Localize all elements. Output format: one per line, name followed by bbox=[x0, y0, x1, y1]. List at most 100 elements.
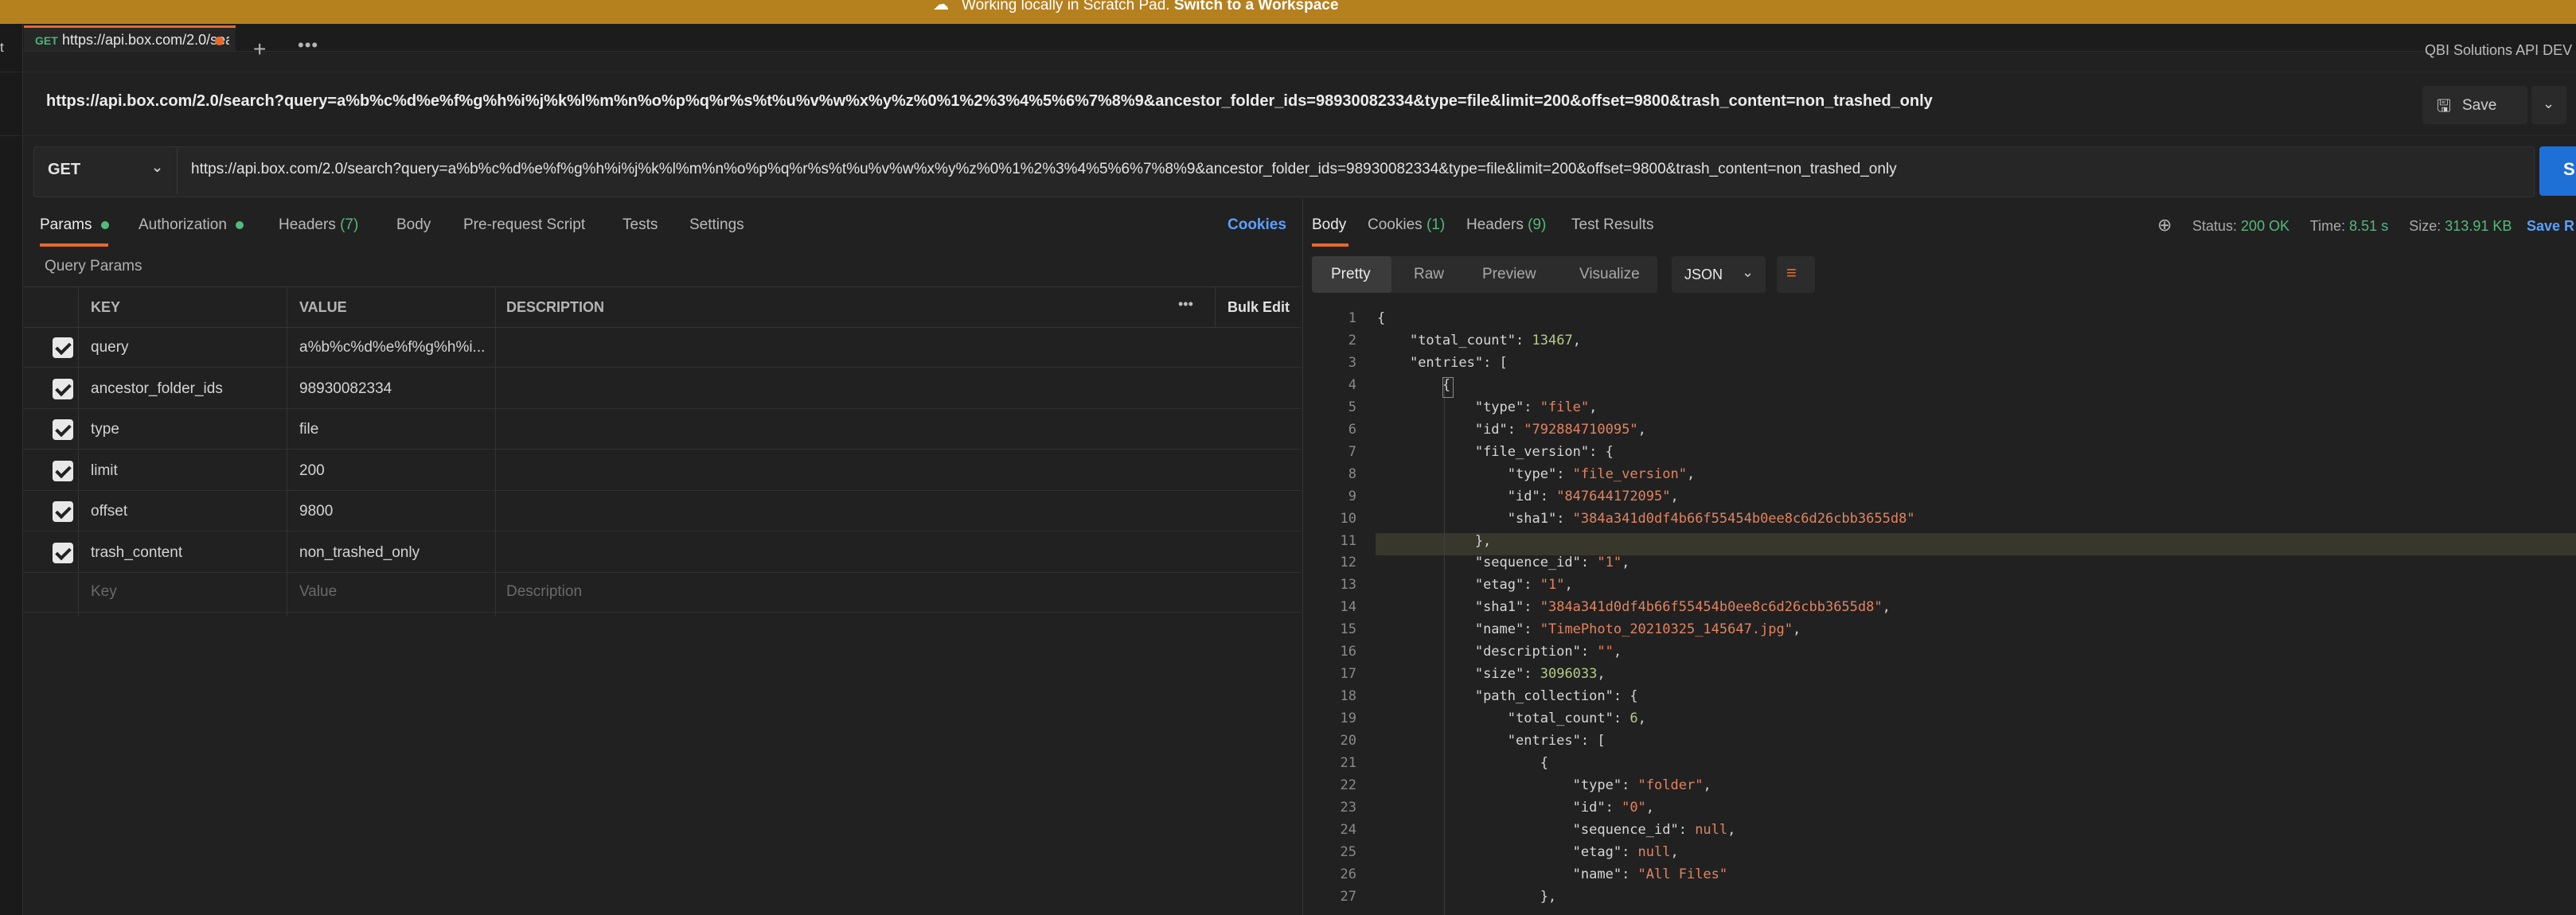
tab-headers-label: Headers bbox=[279, 216, 336, 233]
code-line: "file_version": { bbox=[1474, 443, 1614, 460]
new-tab-icon[interactable]: + bbox=[253, 37, 266, 62]
active-dot-icon bbox=[236, 220, 244, 229]
param-checkbox[interactable] bbox=[53, 542, 73, 563]
param-key[interactable]: ancestor_folder_ids bbox=[91, 380, 223, 398]
request-tab[interactable]: GET https://api.box.com/2.0/search?query bbox=[24, 25, 236, 51]
bulk-edit-button[interactable]: Bulk Edit bbox=[1228, 299, 1290, 316]
tab-params-label: Params bbox=[40, 216, 92, 233]
switch-workspace-link[interactable]: Switch to a Workspace bbox=[1174, 0, 1339, 14]
col-key: KEY bbox=[91, 299, 121, 315]
param-checkbox[interactable] bbox=[53, 460, 73, 481]
method-value: GET bbox=[48, 161, 81, 178]
param-value[interactable]: non_trashed_only bbox=[299, 544, 487, 562]
col-value: VALUE bbox=[299, 299, 347, 315]
resp-tab-body[interactable]: Body bbox=[1312, 216, 1346, 234]
code-line: "description": "", bbox=[1474, 644, 1622, 660]
code-line: "total_count": 13467, bbox=[1409, 332, 1581, 348]
tab-prerequest[interactable]: Pre-request Script bbox=[463, 216, 585, 234]
code-line: "id": "0", bbox=[1572, 799, 1655, 816]
param-value[interactable]: file bbox=[299, 421, 487, 438]
active-dot-icon bbox=[100, 220, 109, 229]
preview-button[interactable]: Preview bbox=[1482, 266, 1536, 283]
tab-body[interactable]: Body bbox=[396, 216, 431, 234]
code-line: "name": "All Files" bbox=[1572, 866, 1728, 882]
code-line: "path_collection": { bbox=[1474, 688, 1638, 705]
resp-tab-test-results[interactable]: Test Results bbox=[1571, 216, 1653, 234]
param-key[interactable]: limit bbox=[91, 462, 118, 480]
param-key-input[interactable]: Key bbox=[91, 583, 117, 601]
param-value[interactable]: 98930082334 bbox=[299, 380, 487, 398]
more-tabs-icon[interactable]: ••• bbox=[298, 35, 318, 56]
method-select[interactable]: GET ⌄ bbox=[35, 148, 178, 194]
tab-authorization[interactable]: Authorization bbox=[139, 216, 244, 234]
tab-settings[interactable]: Settings bbox=[689, 216, 744, 234]
more-options-icon[interactable]: ••• bbox=[1178, 296, 1193, 313]
save-button[interactable]: 🖫 Save bbox=[2422, 86, 2527, 124]
code-line: "type": "folder", bbox=[1572, 777, 1711, 793]
active-tab-underline bbox=[1312, 243, 1348, 247]
save-dropdown-button[interactable]: ⌄ bbox=[2531, 86, 2566, 124]
line-number: 12 bbox=[1340, 555, 1356, 571]
code-line: "sha1": "384a341d0df4b66f55454b0ee8c6d26… bbox=[1474, 599, 1891, 616]
param-value[interactable]: 200 bbox=[299, 462, 487, 480]
cookies-link[interactable]: Cookies bbox=[1228, 216, 1286, 234]
table-row bbox=[24, 408, 1301, 449]
code-line: "sequence_id": "1", bbox=[1474, 555, 1630, 571]
param-value[interactable]: a%b%c%d%e%f%g%h%i... bbox=[299, 339, 487, 356]
param-checkbox[interactable] bbox=[53, 337, 73, 358]
param-key[interactable]: trash_content bbox=[91, 544, 182, 562]
scratchpad-banner: ☁ Working locally in Scratch Pad. Switch… bbox=[0, 0, 2576, 24]
wrap-lines-button[interactable]: ≡ bbox=[1777, 256, 1815, 293]
line-number: 18 bbox=[1340, 688, 1356, 705]
globe-icon[interactable]: ⊕ bbox=[2157, 215, 2172, 236]
code-line: { bbox=[1377, 310, 1386, 326]
url-input[interactable]: https://api.box.com/2.0/search?query=a%b… bbox=[191, 161, 1897, 178]
tab-params[interactable]: Params bbox=[40, 216, 109, 234]
param-key[interactable]: offset bbox=[91, 503, 127, 520]
line-number: 24 bbox=[1340, 821, 1356, 838]
chevron-down-icon: ⌄ bbox=[151, 159, 164, 175]
param-checkbox[interactable] bbox=[53, 378, 73, 399]
format-select[interactable]: JSON ⌄ bbox=[1672, 256, 1766, 293]
sidebar-edge-label: t bbox=[0, 40, 4, 55]
param-checkbox[interactable] bbox=[53, 419, 73, 440]
raw-button[interactable]: Raw bbox=[1414, 266, 1444, 283]
tab-tests[interactable]: Tests bbox=[623, 216, 658, 234]
save-icon: 🖫 bbox=[2437, 97, 2451, 115]
code-line: "size": 3096033, bbox=[1474, 666, 1606, 683]
code-line: "sha1": "384a341d0df4b66f55454b0ee8c6d26… bbox=[1507, 510, 1915, 527]
size-label: Size: bbox=[2409, 218, 2441, 234]
resp-cookies-label: Cookies bbox=[1368, 216, 1423, 233]
banner-text: Working locally in Scratch Pad. bbox=[962, 0, 1170, 14]
col-divider bbox=[1215, 286, 1216, 326]
active-tab-underline bbox=[40, 243, 108, 247]
param-value-input[interactable]: Value bbox=[299, 583, 337, 601]
workspace-name[interactable]: QBI Solutions API DEV bbox=[2425, 42, 2572, 59]
table-row bbox=[24, 450, 1301, 490]
send-button[interactable]: S bbox=[2539, 146, 2576, 196]
size-value: 313.91 KB bbox=[2445, 218, 2512, 234]
line-number: 1 bbox=[1348, 310, 1356, 326]
param-checkbox[interactable] bbox=[53, 501, 73, 522]
resp-tab-cookies[interactable]: Cookies (1) bbox=[1368, 216, 1445, 234]
line-number: 11 bbox=[1340, 532, 1356, 549]
pretty-label: Pretty bbox=[1331, 266, 1371, 282]
save-response-button[interactable]: Save R bbox=[2527, 218, 2574, 235]
line-number: 13 bbox=[1340, 577, 1356, 594]
pretty-button[interactable]: Pretty bbox=[1312, 256, 1391, 293]
code-line: "id": "792884710095", bbox=[1474, 421, 1646, 438]
visualize-button[interactable]: Visualize bbox=[1579, 266, 1640, 283]
code-line: "type": "file_version", bbox=[1507, 465, 1696, 482]
request-name[interactable]: https://api.box.com/2.0/search?query=a%b… bbox=[46, 92, 1933, 111]
resp-headers-label: Headers bbox=[1466, 216, 1524, 233]
param-key[interactable]: type bbox=[91, 421, 119, 438]
tab-headers[interactable]: Headers (7) bbox=[279, 216, 358, 234]
header-divider bbox=[0, 135, 2576, 136]
line-number: 16 bbox=[1340, 644, 1356, 660]
param-key[interactable]: query bbox=[91, 339, 129, 356]
line-number: 20 bbox=[1340, 733, 1356, 750]
param-value[interactable]: 9800 bbox=[299, 503, 487, 520]
param-desc-input[interactable]: Description bbox=[506, 583, 582, 601]
resp-tab-headers[interactable]: Headers (9) bbox=[1466, 216, 1546, 234]
line-number: 25 bbox=[1340, 843, 1356, 860]
